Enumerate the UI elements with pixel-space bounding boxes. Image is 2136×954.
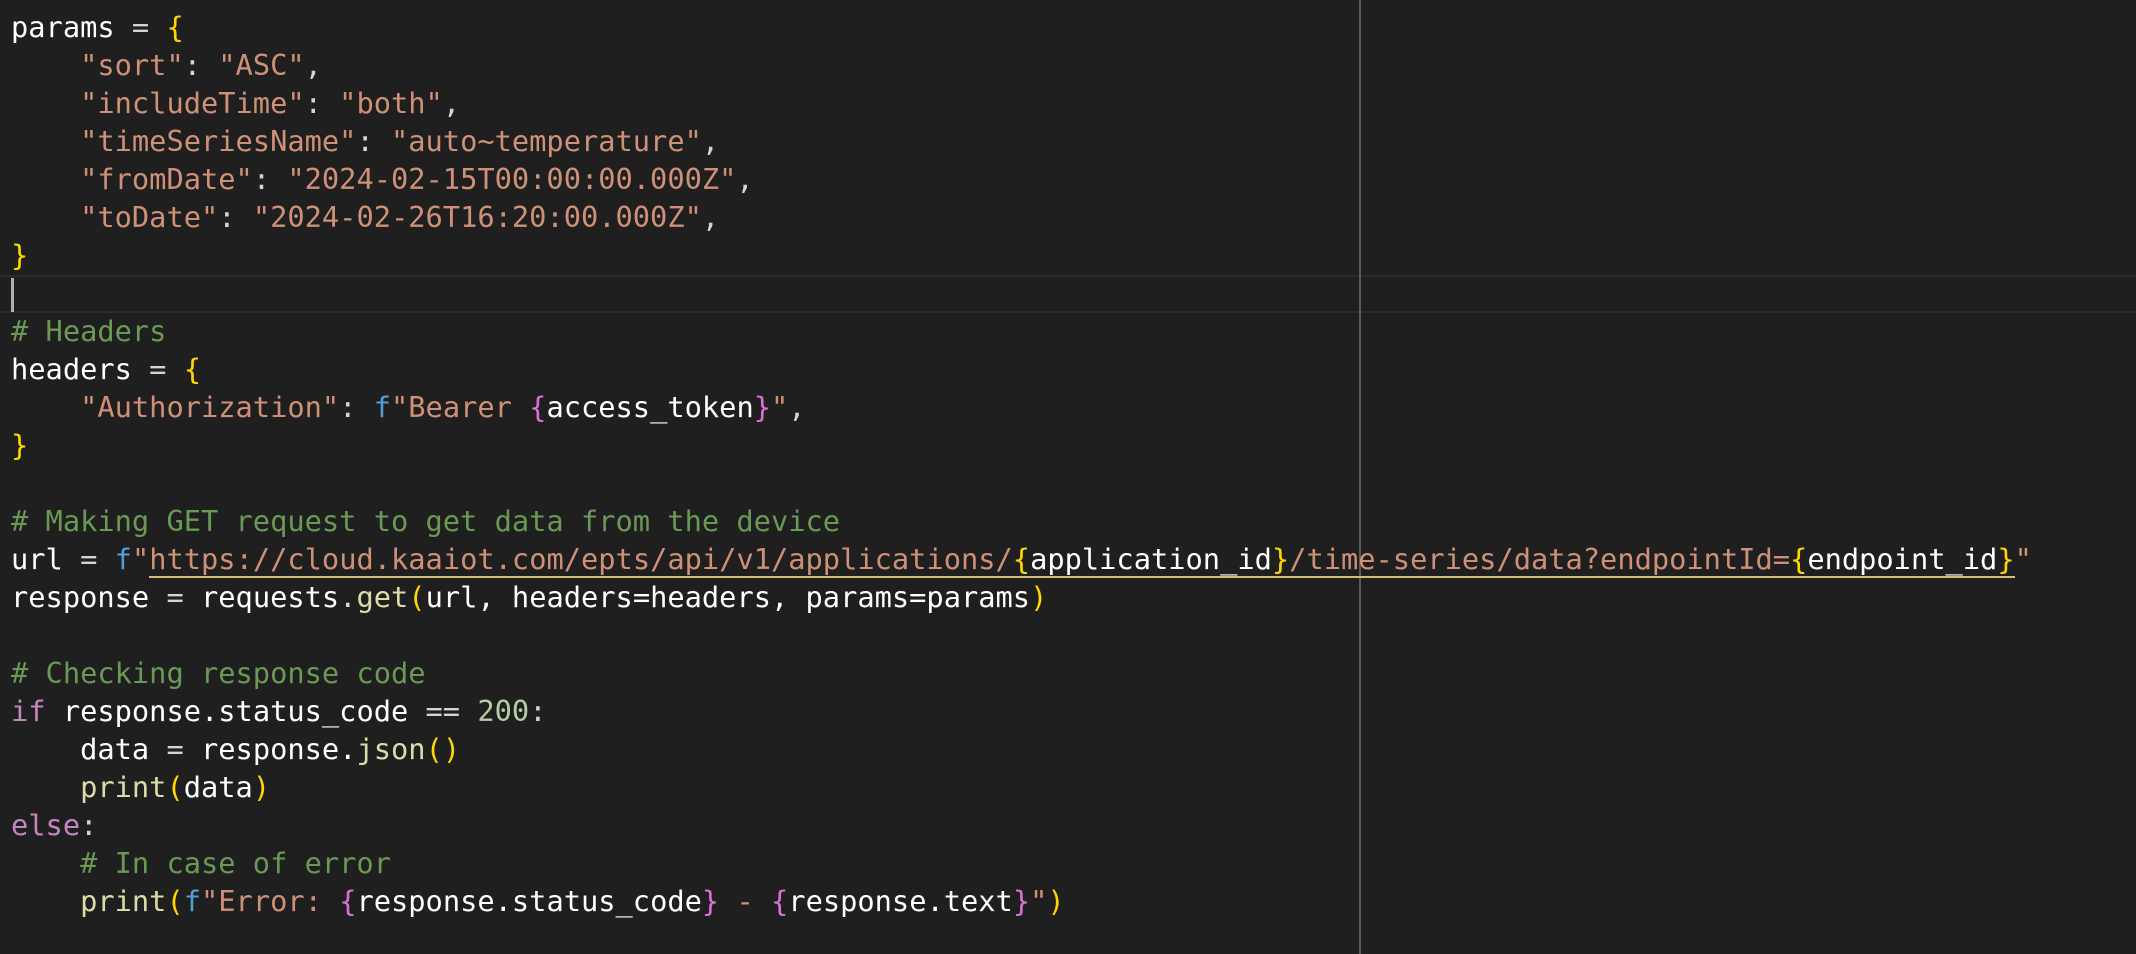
code-line-1: params = { — [11, 10, 184, 44]
code-line-11: "Authorization": f"Bearer {access_token}… — [80, 390, 806, 424]
code-line-24: print(f"Error: {response.status_code} - … — [80, 884, 1065, 918]
code-line-6: "toDate": "2024-02-26T16:20:00.000Z", — [80, 200, 720, 234]
code-line-8-empty — [11, 274, 2032, 312]
code-line-14: # Making GET request to get data from th… — [11, 504, 841, 538]
code-line-17-empty — [11, 616, 2032, 654]
code-line-7: } — [11, 238, 29, 272]
code-line-21: print(data) — [80, 770, 271, 804]
code-line-9: # Headers — [11, 314, 167, 348]
code-text[interactable]: params = { "sort": "ASC", "includeTime":… — [11, 8, 2032, 920]
code-line-2: "sort": "ASC", — [80, 48, 322, 82]
code-line-10: headers = { — [11, 352, 202, 386]
code-line-23: # In case of error — [80, 846, 391, 880]
code-line-15: url = f"https://cloud.kaaiot.com/epts/ap… — [11, 542, 2032, 578]
code-line-4: "timeSeriesName": "auto~temperature", — [80, 124, 720, 158]
code-line-22: else: — [11, 808, 98, 842]
code-line-13-empty — [11, 464, 2032, 502]
code-line-16: response = requests.get(url, headers=hea… — [11, 580, 1048, 614]
code-line-3: "includeTime": "both", — [80, 86, 461, 120]
code-line-5: "fromDate": "2024-02-15T00:00:00.000Z", — [80, 162, 754, 196]
url-link[interactable]: https://cloud.kaaiot.com/epts/api/v1/app… — [149, 542, 2015, 578]
code-line-18: # Checking response code — [11, 656, 426, 690]
code-line-12: } — [11, 428, 29, 462]
code-line-20: data = response.json() — [80, 732, 461, 766]
code-editor[interactable]: params = { "sort": "ASC", "includeTime":… — [0, 0, 2136, 954]
code-line-19: if response.status_code == 200: — [11, 694, 547, 728]
